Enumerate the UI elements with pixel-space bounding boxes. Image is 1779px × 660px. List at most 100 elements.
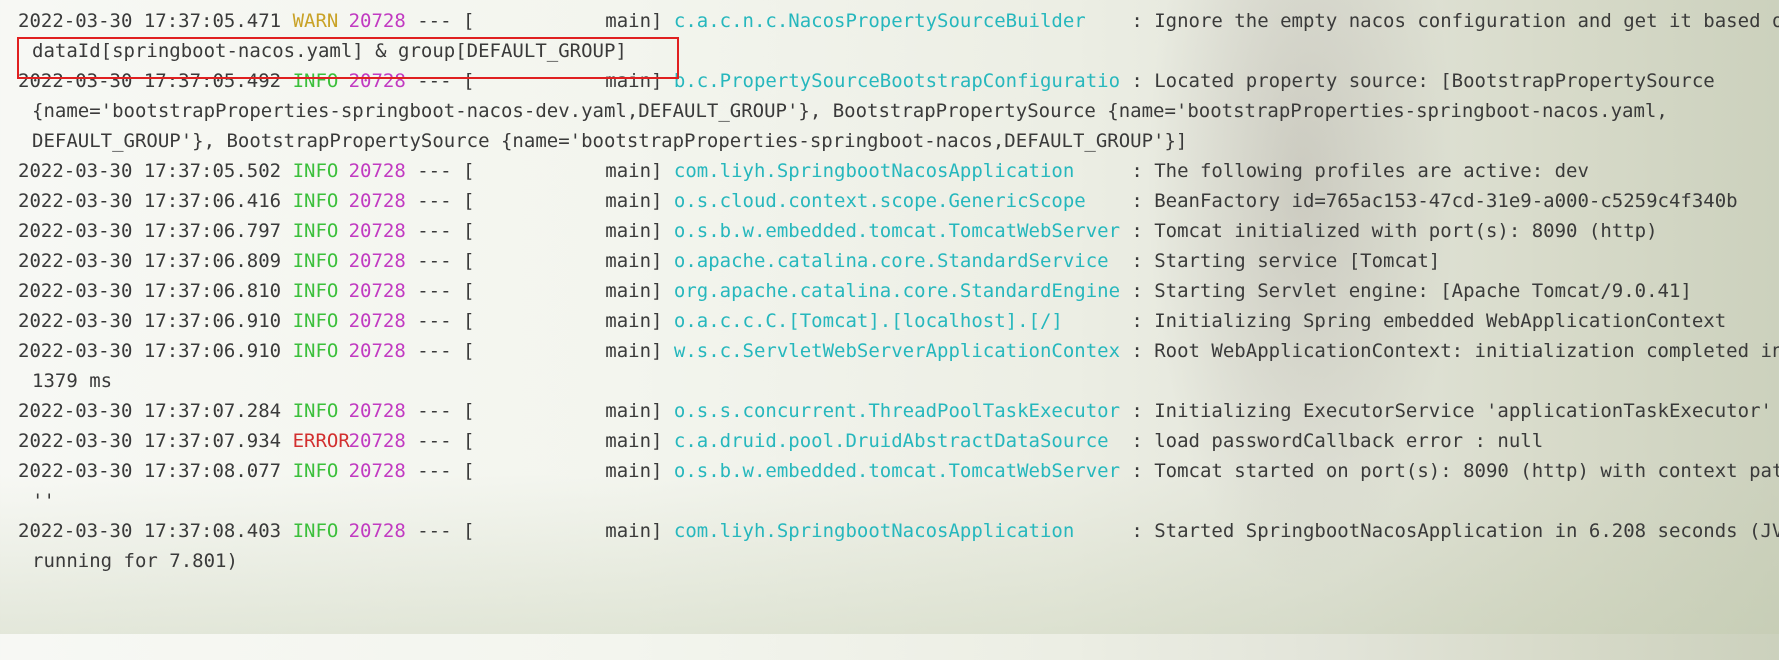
log-timestamp: 2022-03-30 17:37:07.284 [18, 400, 282, 422]
log-thread-open: [ [463, 160, 475, 182]
log-timestamp: 2022-03-30 17:37:07.934 [18, 430, 282, 452]
log-logger: c.a.druid.pool.DruidAbstractDataSource [673, 430, 1109, 452]
log-thread-open: [ [463, 460, 475, 482]
log-line: 2022-03-30 17:37:05.471 WARN 20728 --- [m… [18, 9, 1779, 33]
log-thread-open: [ [463, 250, 475, 272]
log-continuation: '' [32, 490, 55, 512]
log-separator: --- [417, 340, 452, 362]
log-separator: --- [417, 400, 452, 422]
log-message: : Initializing ExecutorService 'applicat… [1131, 400, 1772, 422]
log-line: 2022-03-30 17:37:06.910 INFO 20728 --- [m… [18, 339, 1779, 363]
log-thread-open: [ [463, 520, 475, 542]
log-separator: --- [417, 460, 452, 482]
log-thread-open: [ [463, 190, 475, 212]
log-timestamp: 2022-03-30 17:37:06.797 [18, 220, 282, 242]
log-line: 2022-03-30 17:37:06.809 INFO 20728 --- [m… [18, 249, 1440, 273]
log-message: : Tomcat started on port(s): 8090 (http)… [1131, 460, 1779, 482]
log-level: INFO [292, 190, 339, 212]
log-logger: o.s.cloud.context.scope.GenericScope [673, 190, 1086, 212]
log-logger: o.s.b.w.embedded.tomcat.TomcatWebServer [673, 460, 1120, 482]
log-pid: 20728 [348, 340, 406, 362]
log-message: : Located property source: [BootstrapPro… [1131, 70, 1715, 92]
log-thread-open: [ [463, 220, 475, 242]
log-thread: main] [605, 160, 663, 182]
log-thread-open: [ [463, 340, 475, 362]
log-thread: main] [605, 400, 663, 422]
log-message: : The following profiles are active: dev [1131, 160, 1589, 182]
log-timestamp: 2022-03-30 17:37:06.416 [18, 190, 282, 212]
log-pid: 20728 [348, 160, 406, 182]
log-level: INFO [292, 160, 339, 182]
log-thread-open: [ [463, 310, 475, 332]
log-logger: w.s.c.ServletWebServerApplicationContext [673, 340, 1120, 362]
log-thread: main] [605, 430, 663, 452]
log-line: 2022-03-30 17:37:06.910 INFO 20728 --- [ m… [18, 309, 1726, 333]
log-message: : Initializing Spring embedded WebApplic… [1131, 310, 1727, 332]
log-thread: main] [605, 10, 663, 32]
log-line: 2022-03-30 17:37:06.810 INFO 20728 --- [m… [18, 279, 1692, 303]
log-thread-open: [ [463, 400, 475, 422]
log-thread: main] [605, 220, 663, 242]
log-logger: c.a.c.n.c.NacosPropertySourceBuilder [673, 10, 1086, 32]
log-logger: com.liyh.SpringbootNacosApplication [673, 520, 1075, 542]
log-timestamp: 2022-03-30 17:37:08.077 [18, 460, 282, 482]
log-line: 2022-03-30 17:37:07.934 ERROR20728 --- [… [18, 429, 1543, 453]
log-line: 2022-03-30 17:37:06.416 INFO 20728 --- [m… [18, 189, 1738, 213]
log-level: INFO [292, 220, 339, 242]
log-logger: org.apache.catalina.core.StandardEngine [673, 280, 1120, 302]
log-pid: 20728 [348, 280, 406, 302]
log-pid: 20728 [348, 250, 406, 272]
log-logger: o.s.s.concurrent.ThreadPoolTaskExecutor [673, 400, 1120, 422]
log-line: 2022-03-30 17:37:06.797 INFO 20728 --- [m… [18, 219, 1658, 243]
log-level: INFO [292, 340, 339, 362]
log-logger: o.a.c.c.C.[Tomcat].[localhost].[/] [673, 310, 1063, 332]
log-separator: --- [417, 190, 452, 212]
log-level: INFO [292, 520, 339, 542]
log-timestamp: 2022-03-30 17:37:06.810 [18, 280, 282, 302]
log-separator: --- [417, 160, 452, 182]
log-separator: --- [417, 10, 452, 32]
log-level: ERROR [292, 430, 350, 452]
log-pid: 20728 [348, 520, 406, 542]
log-continuation: 1379 ms [32, 370, 113, 392]
log-logger: com.liyh.SpringbootNacosApplication [673, 160, 1075, 182]
log-separator: --- [417, 250, 452, 272]
log-message: : Root WebApplicationContext: initializa… [1131, 340, 1779, 362]
log-level: INFO [292, 310, 339, 332]
log-level: INFO [292, 400, 339, 422]
log-separator: --- [417, 310, 452, 332]
log-continuation: {name='bootstrapProperties-springboot-na… [32, 100, 1668, 122]
log-thread: main] [605, 520, 663, 542]
log-thread-open: [ [463, 280, 475, 302]
log-line: 2022-03-30 17:37:05.502 INFO 20728 --- [ m… [18, 159, 1589, 183]
log-thread: main] [605, 250, 663, 272]
log-thread: main] [605, 310, 663, 332]
log-level: WARN [292, 10, 339, 32]
log-level: INFO [292, 280, 339, 302]
log-timestamp: 2022-03-30 17:37:06.910 [18, 310, 282, 332]
log-pid: 20728 [348, 220, 406, 242]
log-message: : Ignore the empty nacos configuration a… [1131, 10, 1779, 32]
log-continuation: DEFAULT_GROUP'}, BootstrapPropertySource… [32, 130, 1188, 152]
log-line: 2022-03-30 17:37:08.077 INFO 20728 --- [m… [18, 459, 1779, 483]
log-timestamp: 2022-03-30 17:37:08.403 [18, 520, 282, 542]
log-pid: 20728 [348, 310, 406, 332]
log-thread: main] [605, 280, 663, 302]
log-message: : BeanFactory id=765ac153-47cd-31e9-a000… [1131, 190, 1738, 212]
log-line: 2022-03-30 17:37:07.284 INFO 20728 --- [ m… [18, 399, 1772, 423]
log-console[interactable]: 2022-03-30 17:37:05.471 WARN 20728 --- [ m… [0, 0, 1779, 634]
log-thread: main] [605, 460, 663, 482]
log-timestamp: 2022-03-30 17:37:05.471 [18, 10, 282, 32]
log-thread: main] [605, 340, 663, 362]
log-logger: o.s.b.w.embedded.tomcat.TomcatWebServer [673, 220, 1120, 242]
log-pid: 20728 [348, 400, 406, 422]
log-logger: o.apache.catalina.core.StandardService [673, 250, 1109, 272]
log-message: : Starting Servlet engine: [Apache Tomca… [1131, 280, 1692, 302]
log-message: : Starting service [Tomcat] [1131, 250, 1441, 272]
log-timestamp: 2022-03-30 17:37:05.502 [18, 160, 282, 182]
log-thread-open: [ [463, 430, 475, 452]
log-thread: main] [605, 190, 663, 212]
log-thread-open: [ [463, 10, 475, 32]
log-logger: b.c.PropertySourceBootstrapConfiguration [673, 70, 1120, 92]
log-line: 2022-03-30 17:37:08.403 INFO 20728 --- [m… [18, 519, 1779, 543]
